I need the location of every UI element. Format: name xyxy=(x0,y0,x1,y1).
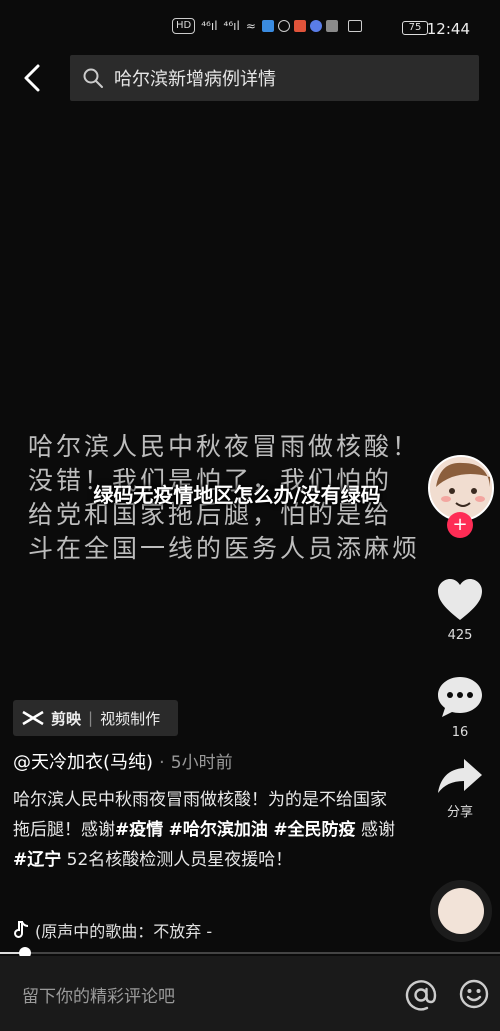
music-line[interactable]: (原声中的歌曲：不放弃 - xyxy=(13,918,212,942)
app-notification-icon xyxy=(261,20,274,32)
chevron-left-icon xyxy=(24,64,40,92)
author-name[interactable]: @天冷加衣(马纯) xyxy=(13,752,153,773)
music-disc[interactable] xyxy=(430,880,492,942)
like-count: 425 xyxy=(447,628,473,643)
heart-icon xyxy=(438,579,482,620)
author-line: @天冷加衣(马纯) · 5小时前 xyxy=(13,748,233,774)
status-time: 12:44 xyxy=(426,20,470,38)
search-bar[interactable]: 哈尔滨新增病例详情 xyxy=(70,55,479,101)
share-label: 分享 xyxy=(446,805,473,820)
music-cover-icon xyxy=(438,888,484,934)
status-icons: HD ⁴⁶ıl ⁴⁶ıl ≈ xyxy=(172,18,362,34)
emoji-icon[interactable] xyxy=(458,978,490,1010)
bulb-icon xyxy=(277,20,290,32)
comment-count: 16 xyxy=(451,725,469,740)
overlay-title: 绿码无疫情地区怎么办/没有绿码 xyxy=(93,483,381,507)
caption-line: 斗在全国一线的医务人员添麻烦 xyxy=(28,534,421,563)
signal-icon: ⁴⁶ıl xyxy=(201,19,218,33)
comment-bubble-icon xyxy=(438,677,482,717)
hashtag-link[interactable]: #哈尔滨加油 xyxy=(169,820,268,840)
post-description: 哈尔滨人民中秋雨夜冒雨做核酸！为的是不给国家拖后腿！感谢#疫情 #哈尔滨加油 #… xyxy=(13,785,398,875)
search-icon xyxy=(83,68,103,88)
share-button[interactable]: 分享 xyxy=(430,757,490,820)
like-button[interactable]: 425 xyxy=(430,578,490,643)
music-note-icon xyxy=(14,921,29,938)
post-text-segment: 感谢 xyxy=(355,820,395,840)
back-button[interactable] xyxy=(18,60,50,96)
comment-bar: 留下你的精彩评论吧 xyxy=(0,956,500,1031)
playback-progress[interactable] xyxy=(0,947,500,959)
hd-badge: HD xyxy=(172,18,196,34)
comment-button[interactable]: 16 xyxy=(430,675,490,740)
capcut-app-name: 剪映 xyxy=(51,709,82,728)
status-bar: HD ⁴⁶ıl ⁴⁶ıl ≈ 75 12:44 xyxy=(0,0,500,56)
music-title: (原声中的歌曲：不放弃 - xyxy=(35,922,213,941)
battery-icon: 75 xyxy=(402,21,428,35)
app-notification-icon-2 xyxy=(293,20,306,32)
wifi-icon: ≈ xyxy=(245,19,256,33)
hashtag-link[interactable]: #疫情 xyxy=(115,820,163,840)
signal-icon-2: ⁴⁶ıl xyxy=(223,19,240,33)
capcut-template-label: 视频制作 xyxy=(100,709,161,728)
comment-input[interactable]: 留下你的精彩评论吧 xyxy=(22,982,175,1007)
notification-icons xyxy=(261,20,362,32)
capcut-logo-icon xyxy=(22,710,44,726)
mention-icon[interactable] xyxy=(404,978,438,1012)
hashtag-link[interactable]: #辽宁 xyxy=(13,850,61,870)
battery-level: 75 xyxy=(408,22,422,33)
follow-button[interactable]: + xyxy=(447,512,473,538)
post-time: 5小时前 xyxy=(170,753,233,773)
share-arrow-icon xyxy=(438,759,482,793)
capcut-separator: | xyxy=(88,709,94,727)
vibrate-icon xyxy=(347,20,362,32)
search-query: 哈尔滨新增病例详情 xyxy=(114,69,276,90)
app-notification-icon-4 xyxy=(325,20,338,32)
hashtag-link[interactable]: #全民防疫 xyxy=(273,820,355,840)
caption-line: 哈尔滨人民中秋夜冒雨做核酸！ xyxy=(28,432,421,461)
post-text-segment: 52名核酸检测人员星夜援哈！ xyxy=(61,850,293,870)
separator-dot: · xyxy=(159,752,165,773)
app-notification-icon-3 xyxy=(309,20,322,32)
capcut-badge[interactable]: 剪映 | 视频制作 xyxy=(13,700,178,736)
